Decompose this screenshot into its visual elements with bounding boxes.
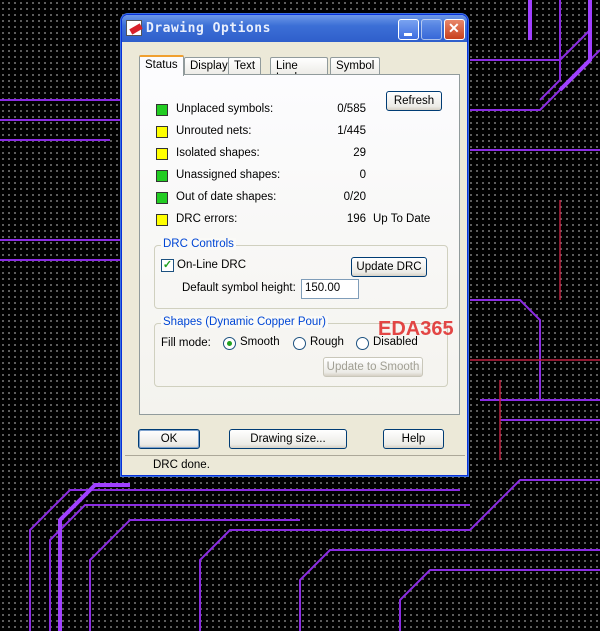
radio-rough[interactable] <box>293 337 306 350</box>
status-indicator <box>156 104 168 116</box>
radio-smooth[interactable] <box>223 337 236 350</box>
fill-mode-label: Fill mode: <box>161 337 211 349</box>
status-value: 0 <box>359 169 366 181</box>
help-button[interactable]: Help <box>383 429 444 449</box>
status-indicator <box>156 126 168 138</box>
symbol-height-input[interactable]: 150.00 <box>301 279 359 299</box>
smooth-label: Smooth <box>240 336 280 348</box>
online-drc-label: On-Line DRC <box>177 259 247 271</box>
drawing-options-dialog: Drawing Options Status Display Text Line… <box>121 14 468 476</box>
status-value: 0/585 <box>337 103 366 115</box>
status-indicator <box>156 214 168 226</box>
status-value: 0/20 <box>343 191 366 203</box>
group-title: Shapes (Dynamic Copper Pour) <box>161 316 328 328</box>
radio-disabled[interactable] <box>356 337 369 350</box>
status-bar: DRC done. <box>125 455 465 474</box>
status-indicator <box>156 170 168 182</box>
close-button[interactable] <box>444 19 465 40</box>
title-bar[interactable]: Drawing Options <box>122 15 467 42</box>
tab-line-lock[interactable]: Line Lock <box>270 57 328 84</box>
tab-text[interactable]: Text <box>228 57 262 75</box>
ok-button[interactable]: OK <box>138 429 200 449</box>
status-label: Isolated shapes: <box>176 147 260 159</box>
status-label: Unplaced symbols: <box>176 103 274 115</box>
status-label: Unrouted nets: <box>176 125 252 137</box>
group-title: DRC Controls <box>161 238 236 250</box>
status-panel: Refresh Unplaced symbols: 0/585 Unrouted … <box>139 74 460 415</box>
drawing-size-button[interactable]: Drawing size... <box>229 429 347 449</box>
drc-state: Up To Date <box>373 213 431 225</box>
status-label: Out of date shapes: <box>176 191 277 203</box>
status-value: 1/445 <box>337 125 366 137</box>
tab-symbol[interactable]: Symbol <box>330 57 381 75</box>
update-to-smooth-button[interactable]: Update to Smooth <box>323 357 423 377</box>
symbol-height-label: Default symbol height: <box>182 282 296 294</box>
watermark: EDA365 <box>378 318 454 340</box>
window-title: Drawing Options <box>146 21 271 36</box>
tab-status[interactable]: Status <box>139 55 184 76</box>
minimize-button[interactable] <box>398 19 419 40</box>
app-icon <box>126 20 142 36</box>
online-drc-checkbox[interactable]: ✓ <box>161 259 174 272</box>
refresh-button[interactable]: Refresh <box>386 91 442 111</box>
status-label: DRC errors: <box>176 213 238 225</box>
status-indicator <box>156 148 168 160</box>
update-drc-button[interactable]: Update DRC <box>351 257 427 277</box>
status-label: Unassigned shapes: <box>176 169 281 181</box>
status-value: 29 <box>353 147 366 159</box>
drc-controls-group: DRC Controls ✓ On-Line DRC Update DRC De… <box>154 238 448 309</box>
rough-label: Rough <box>310 336 344 348</box>
status-indicator <box>156 192 168 204</box>
tab-display[interactable]: Display <box>184 57 234 75</box>
status-value: 196 <box>346 213 366 225</box>
maximize-button[interactable] <box>421 19 442 40</box>
